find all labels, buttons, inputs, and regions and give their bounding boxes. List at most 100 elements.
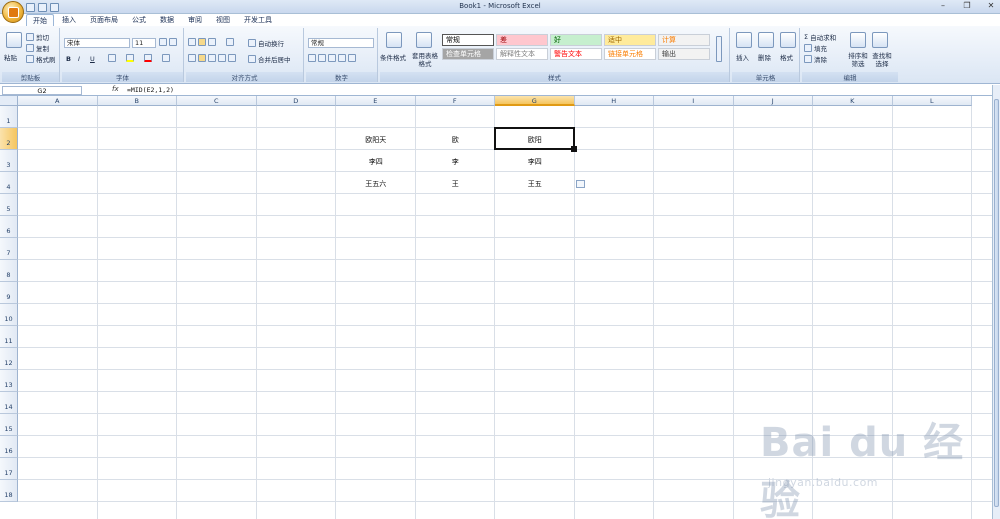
- find-select-icon[interactable]: [872, 32, 888, 48]
- phonetic-button[interactable]: [162, 54, 170, 62]
- cell-g3[interactable]: 李四: [495, 157, 575, 167]
- row-header-11[interactable]: 11: [0, 326, 18, 348]
- italic-button[interactable]: I: [78, 55, 80, 63]
- row-header-13[interactable]: 13: [0, 370, 18, 392]
- tab-view[interactable]: 视图: [210, 14, 236, 26]
- sort-filter-icon[interactable]: [850, 32, 866, 48]
- auto-fill-options-icon[interactable]: [575, 180, 585, 188]
- column-header-c[interactable]: C: [177, 96, 257, 106]
- office-button[interactable]: [2, 1, 24, 23]
- column-header-k[interactable]: K: [813, 96, 893, 106]
- column-header-a[interactable]: A: [18, 96, 98, 106]
- border-button[interactable]: [108, 54, 116, 62]
- cell-f4[interactable]: 王: [416, 179, 496, 189]
- delete-button[interactable]: 删除: [758, 52, 771, 62]
- cell-style-3[interactable]: 适中: [604, 34, 656, 46]
- tab-review[interactable]: 审阅: [182, 14, 208, 26]
- paste-icon[interactable]: [6, 32, 22, 48]
- cell-style-8[interactable]: 链接单元格: [604, 48, 656, 60]
- bold-button[interactable]: B: [66, 55, 71, 63]
- row-header-12[interactable]: 12: [0, 348, 18, 370]
- cell-style-4[interactable]: 计算: [658, 34, 710, 46]
- cell-style-7[interactable]: 警告文本: [550, 48, 602, 60]
- row-header-15[interactable]: 15: [0, 414, 18, 436]
- row-header-6[interactable]: 6: [0, 216, 18, 238]
- cell-g4[interactable]: 王五: [495, 179, 575, 189]
- format-icon[interactable]: [780, 32, 796, 48]
- orientation-button[interactable]: [226, 38, 234, 46]
- row-header-14[interactable]: 14: [0, 392, 18, 414]
- cut-button[interactable]: 剪切: [26, 32, 49, 42]
- font-color-button[interactable]: [144, 54, 152, 62]
- tab-developer[interactable]: 开发工具: [238, 14, 278, 26]
- font-size-select[interactable]: 11: [132, 38, 156, 48]
- sort-filter-button[interactable]: 排序和筛选: [846, 52, 870, 68]
- tab-insert[interactable]: 插入: [56, 14, 82, 26]
- column-header-h[interactable]: H: [574, 96, 654, 106]
- conditional-format-icon[interactable]: [386, 32, 402, 48]
- row-header-1[interactable]: 1: [0, 106, 18, 128]
- cell-e2[interactable]: 欧阳天: [336, 135, 416, 145]
- format-painter-button[interactable]: 格式刷: [26, 54, 56, 64]
- row-header-5[interactable]: 5: [0, 194, 18, 216]
- column-header-j[interactable]: J: [733, 96, 813, 106]
- fill-handle[interactable]: [570, 146, 577, 152]
- row-header-2[interactable]: 2: [0, 128, 18, 150]
- row-header-7[interactable]: 7: [0, 238, 18, 260]
- column-header-d[interactable]: D: [256, 96, 336, 106]
- row-header-17[interactable]: 17: [0, 458, 18, 480]
- grow-font-button[interactable]: [159, 38, 177, 46]
- vertical-scrollbar[interactable]: [992, 85, 1000, 519]
- cell-f2[interactable]: 欧: [416, 135, 496, 145]
- column-header-l[interactable]: L: [892, 96, 972, 106]
- cell-e4[interactable]: 王五六: [336, 179, 416, 189]
- number-format-select[interactable]: 常规: [308, 38, 374, 48]
- select-all-corner[interactable]: [0, 96, 18, 106]
- row-header-4[interactable]: 4: [0, 172, 18, 194]
- row-header-3[interactable]: 3: [0, 150, 18, 172]
- name-box[interactable]: G2: [2, 86, 82, 95]
- paste-button[interactable]: 粘贴: [4, 52, 17, 62]
- font-name-select[interactable]: 宋体: [64, 38, 130, 48]
- styles-scroll[interactable]: [716, 36, 722, 62]
- column-header-b[interactable]: B: [97, 96, 177, 106]
- insert-function-icon[interactable]: fx: [112, 85, 119, 93]
- tab-data[interactable]: 数据: [154, 14, 180, 26]
- table-format-button[interactable]: 套用表格格式: [410, 52, 440, 68]
- row-header-9[interactable]: 9: [0, 282, 18, 304]
- number-format-buttons[interactable]: [308, 54, 356, 62]
- fill-button[interactable]: 填充: [804, 43, 827, 53]
- formula-input[interactable]: =MID(E2,1,2): [127, 86, 174, 94]
- close-icon[interactable]: ✕: [986, 1, 996, 11]
- column-header-g[interactable]: G: [495, 96, 575, 106]
- cell-style-2[interactable]: 好: [550, 34, 602, 46]
- vertical-align-buttons[interactable]: [188, 38, 216, 46]
- row-header-16[interactable]: 16: [0, 436, 18, 458]
- clear-button[interactable]: 清除: [804, 54, 827, 64]
- cell-e3[interactable]: 李四: [336, 157, 416, 167]
- cell-style-1[interactable]: 差: [496, 34, 548, 46]
- row-header-18[interactable]: 18: [0, 480, 18, 502]
- wrap-text-button[interactable]: 自动换行: [248, 38, 284, 48]
- delete-icon[interactable]: [758, 32, 774, 48]
- merge-center-button[interactable]: 合并后居中: [248, 54, 291, 64]
- horizontal-align-buttons[interactable]: [188, 54, 236, 62]
- find-select-button[interactable]: 查找和选择: [870, 52, 894, 68]
- copy-button[interactable]: 复制: [26, 43, 49, 53]
- insert-button[interactable]: 插入: [736, 52, 749, 62]
- table-format-icon[interactable]: [416, 32, 432, 48]
- row-header-8[interactable]: 8: [0, 260, 18, 282]
- row-header-10[interactable]: 10: [0, 304, 18, 326]
- tab-home[interactable]: 开始: [26, 14, 54, 26]
- scroll-thumb[interactable]: [994, 99, 999, 507]
- conditional-format-button[interactable]: 条件格式: [380, 52, 406, 62]
- fill-color-button[interactable]: [126, 54, 134, 62]
- restore-icon[interactable]: ❐: [962, 1, 972, 11]
- format-button[interactable]: 格式: [780, 52, 793, 62]
- minimize-icon[interactable]: –: [938, 1, 948, 11]
- cell-style-5[interactable]: 检查单元格: [442, 48, 494, 60]
- underline-button[interactable]: U: [90, 55, 95, 63]
- column-header-i[interactable]: I: [654, 96, 734, 106]
- column-header-f[interactable]: F: [415, 96, 495, 106]
- cell-style-0[interactable]: 常规: [442, 34, 494, 46]
